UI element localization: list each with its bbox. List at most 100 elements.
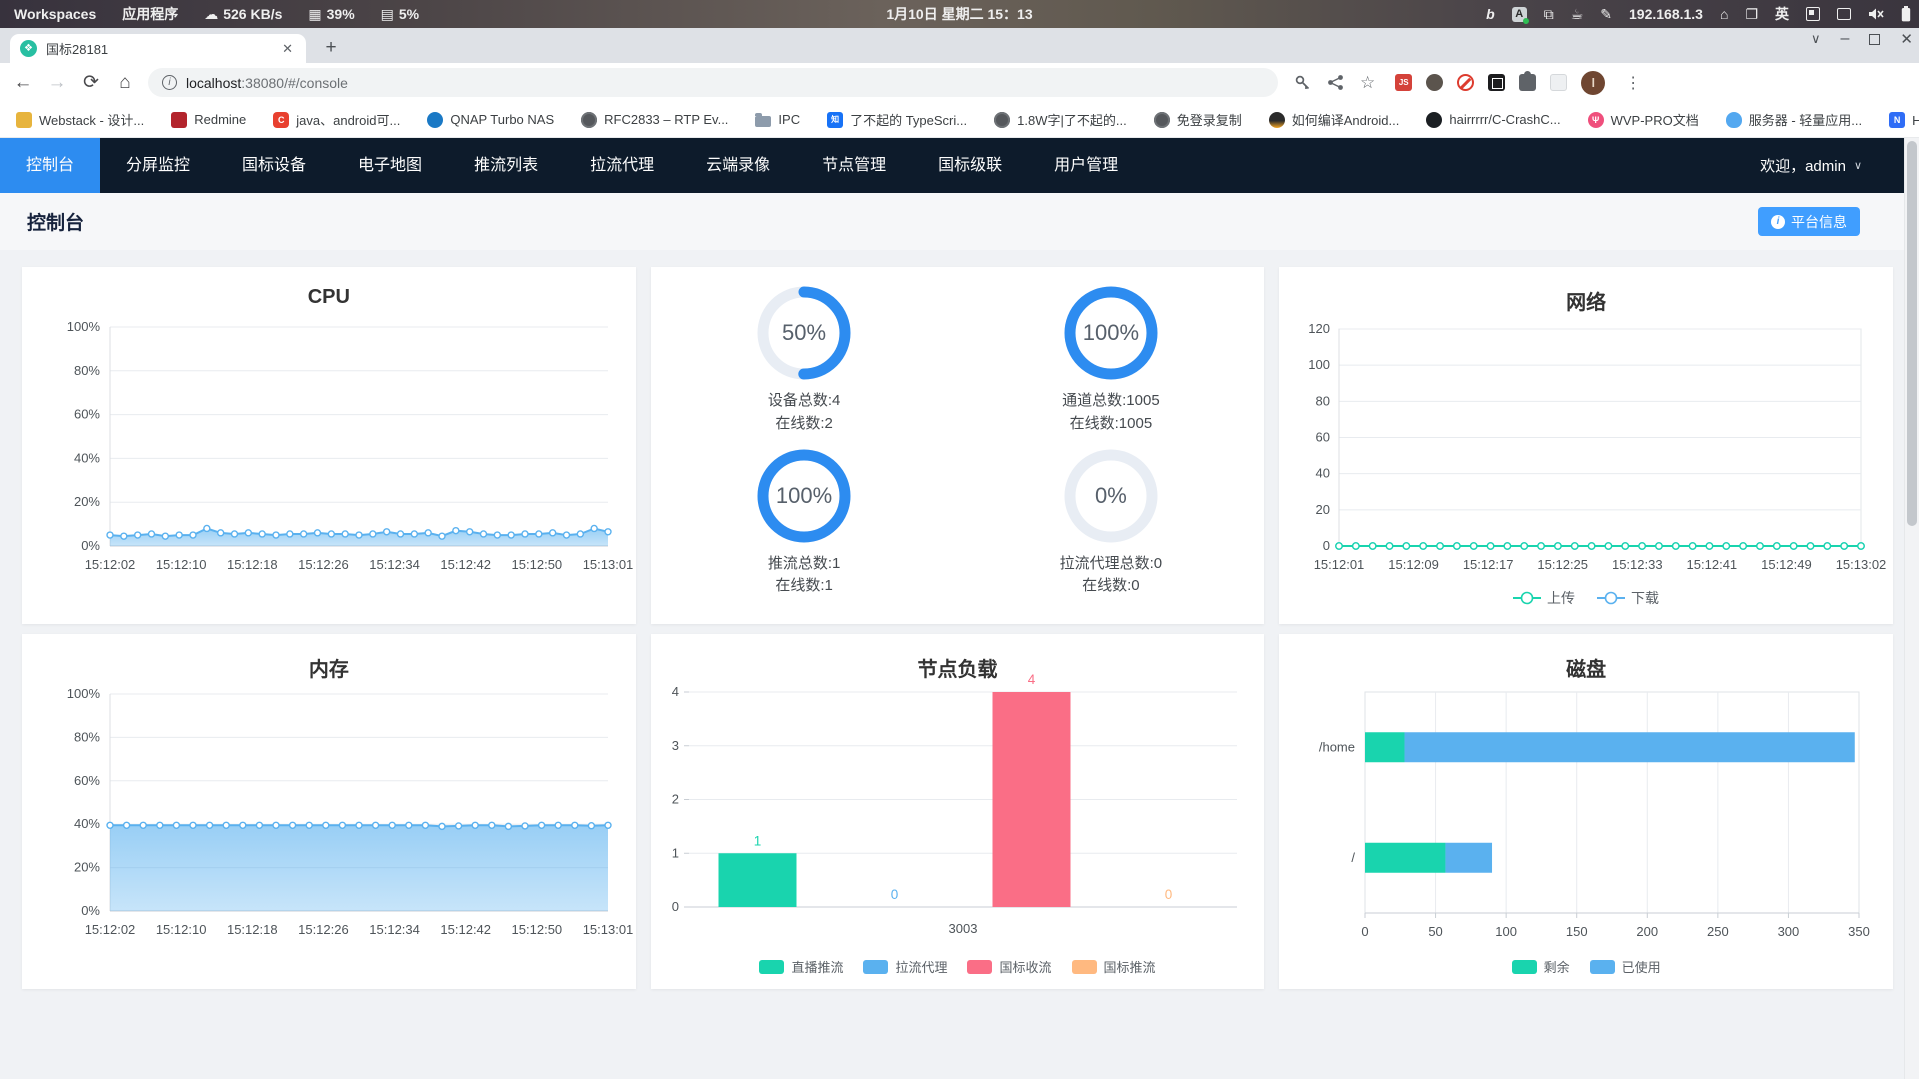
battery-icon[interactable] — [1901, 6, 1911, 22]
clipboard-tray-icon[interactable]: ⧉ — [1544, 6, 1554, 23]
tray-a-icon[interactable]: A — [1511, 6, 1529, 24]
bookmark-label: RFC2833 – RTP Ev... — [604, 112, 729, 127]
applications-button[interactable]: 应用程序 — [122, 4, 178, 24]
nav-item-5[interactable]: 拉流代理 — [564, 138, 680, 193]
home-button[interactable]: ⌂ — [108, 72, 142, 94]
tools-tray-icon[interactable]: ✎ — [1600, 6, 1612, 23]
cpu-usage-indicator[interactable]: ▦ 39% — [308, 6, 354, 23]
browser-menu-icon[interactable]: ⋮ — [1625, 73, 1641, 93]
legend-swatch — [759, 959, 785, 974]
svg-text:15:12:25: 15:12:25 — [1538, 557, 1589, 572]
svg-text:/: / — [1352, 850, 1356, 865]
svg-text:250: 250 — [1707, 924, 1729, 939]
bookmark-item[interactable]: 知了不起的 TypeScri... — [827, 110, 967, 129]
nav-item-2[interactable]: 国标设备 — [216, 138, 332, 193]
svg-text:200: 200 — [1637, 924, 1659, 939]
legend-item[interactable]: 国标收流 — [967, 957, 1052, 976]
svg-text:100%: 100% — [67, 319, 101, 334]
svg-text:60%: 60% — [74, 407, 100, 422]
clock[interactable]: 1月10日 星期二 15：13 — [886, 0, 1032, 28]
github-icon — [1426, 111, 1443, 128]
address-bar[interactable]: i localhost:38080/#/console — [148, 68, 1278, 97]
bookmark-item[interactable]: RFC2833 – RTP Ev... — [581, 111, 729, 128]
profile-avatar[interactable]: l — [1581, 70, 1606, 95]
platform-info-button[interactable]: i 平台信息 — [1758, 207, 1860, 236]
screen-tray-icon[interactable] — [1837, 8, 1851, 20]
legend-item[interactable]: 直播推流 — [759, 957, 843, 976]
extensions-puzzle-icon[interactable] — [1519, 71, 1537, 91]
extension-adblock-icon[interactable] — [1457, 74, 1475, 91]
tab-close-icon[interactable]: ✕ — [279, 41, 296, 57]
nav-item-0[interactable]: 控制台 — [0, 138, 101, 193]
tab-favicon-icon: ❖ — [20, 40, 37, 57]
browser-tab[interactable]: ❖ 国标28181 ✕ — [10, 34, 306, 63]
nav-item-9[interactable]: 用户管理 — [1028, 138, 1144, 193]
bookmark-item[interactable]: 如何编译Android... — [1268, 110, 1399, 129]
back-button[interactable]: ← — [6, 72, 40, 94]
reload-button[interactable]: ⟳ — [74, 71, 108, 94]
bookmark-item[interactable]: Redmine — [171, 111, 246, 128]
volume-muted-icon[interactable] — [1868, 7, 1884, 21]
nav-item-1[interactable]: 分屏监控 — [100, 138, 216, 193]
bookmark-item[interactable]: Webstack - 设计... — [16, 110, 144, 129]
user-menu[interactable]: 欢迎，admin ∨ — [1760, 155, 1862, 176]
site-info-icon[interactable]: i — [162, 75, 177, 90]
legend-item[interactable]: 国标推流 — [1071, 957, 1156, 976]
nav-item-6[interactable]: 云端录像 — [680, 138, 796, 193]
input-language-indicator[interactable]: 英 — [1775, 4, 1789, 24]
fcitx-tray-icon[interactable] — [1806, 7, 1820, 21]
window-restore-button[interactable] — [1869, 33, 1881, 45]
nav-item-3[interactable]: 电子地图 — [332, 138, 448, 193]
svg-text:80%: 80% — [74, 729, 100, 744]
home-tray-icon[interactable]: ⌂ — [1720, 6, 1728, 22]
redmine-icon — [171, 111, 188, 128]
extension-hat-icon[interactable] — [1426, 74, 1444, 91]
new-tab-button[interactable]: + — [318, 36, 344, 62]
bookmark-item[interactable]: Cjava、android可... — [273, 110, 400, 129]
forward-button[interactable]: → — [40, 72, 74, 94]
globe-dark-icon — [581, 111, 598, 128]
nav-item-8[interactable]: 国标级联 — [912, 138, 1028, 193]
bookmark-label: IPC — [778, 112, 801, 127]
page-header: 控制台 i 平台信息 — [0, 193, 1904, 250]
hdatmos-icon: N — [1889, 111, 1906, 128]
ip-address-indicator[interactable]: 192.168.1.3 — [1629, 6, 1703, 22]
bookmark-item[interactable]: hairrrrr/C-CrashC... — [1426, 111, 1561, 128]
memory-usage-indicator[interactable]: ▤ 5% — [381, 6, 419, 23]
ring-percent: 50% — [782, 320, 827, 345]
bookmark-item[interactable]: Ψ WVP-PRO文档 — [1587, 110, 1699, 129]
bing-tray-icon[interactable]: b — [1486, 6, 1495, 22]
bookmark-item[interactable]: 免登录复制 — [1153, 110, 1242, 129]
bookmark-item[interactable]: 1.8W字|了不起的... — [994, 110, 1127, 129]
share-icon[interactable] — [1327, 74, 1344, 91]
windows-tray-icon[interactable]: ❐ — [1745, 6, 1758, 23]
extension-light-icon[interactable] — [1550, 74, 1568, 91]
scrollbar-thumb[interactable] — [1907, 141, 1917, 526]
bookmark-item[interactable]: 服务器 - 轻量应用... — [1725, 110, 1862, 129]
window-minimize-button[interactable]: – — [1841, 30, 1850, 48]
page-scrollbar[interactable] — [1904, 138, 1919, 1079]
svg-text:0: 0 — [671, 899, 678, 914]
teapot-tray-icon[interactable]: ☕ — [1571, 6, 1584, 23]
network-speed-indicator[interactable]: ☁ 526 KB/s — [204, 6, 282, 23]
svg-text:15:12:42: 15:12:42 — [440, 557, 491, 572]
ring-percent: 0% — [1095, 482, 1127, 508]
passkey-icon[interactable] — [1294, 74, 1311, 91]
bookmark-item[interactable]: QNAP Turbo NAS — [427, 111, 554, 128]
bookmark-item[interactable]: IPC — [755, 112, 800, 127]
bookmark-item[interactable]: N HDAtmos :: 种子 *... — [1889, 110, 1919, 129]
legend-item[interactable]: 已使用 — [1589, 957, 1661, 976]
window-close-button[interactable]: ✕ — [1900, 30, 1913, 48]
node-load-chart: 0 1 2 3 4 1 0 4 0 3003 — [651, 634, 1265, 989]
nav-item-4[interactable]: 推流列表 — [448, 138, 564, 193]
legend-item[interactable]: 剩余 — [1511, 957, 1570, 976]
legend-item[interactable]: 拉流代理 — [863, 957, 947, 976]
extension-js-icon[interactable]: JS — [1395, 74, 1413, 91]
extension-dark-icon[interactable] — [1488, 74, 1506, 91]
welcome-text: 欢迎，admin — [1760, 158, 1846, 175]
svg-text:60: 60 — [1316, 430, 1330, 445]
tab-search-chevron-icon[interactable]: ∨ — [1811, 31, 1821, 47]
bookmark-star-icon[interactable]: ☆ — [1360, 73, 1375, 93]
workspaces-button[interactable]: Workspaces — [14, 6, 96, 22]
nav-item-7[interactable]: 节点管理 — [796, 138, 912, 193]
